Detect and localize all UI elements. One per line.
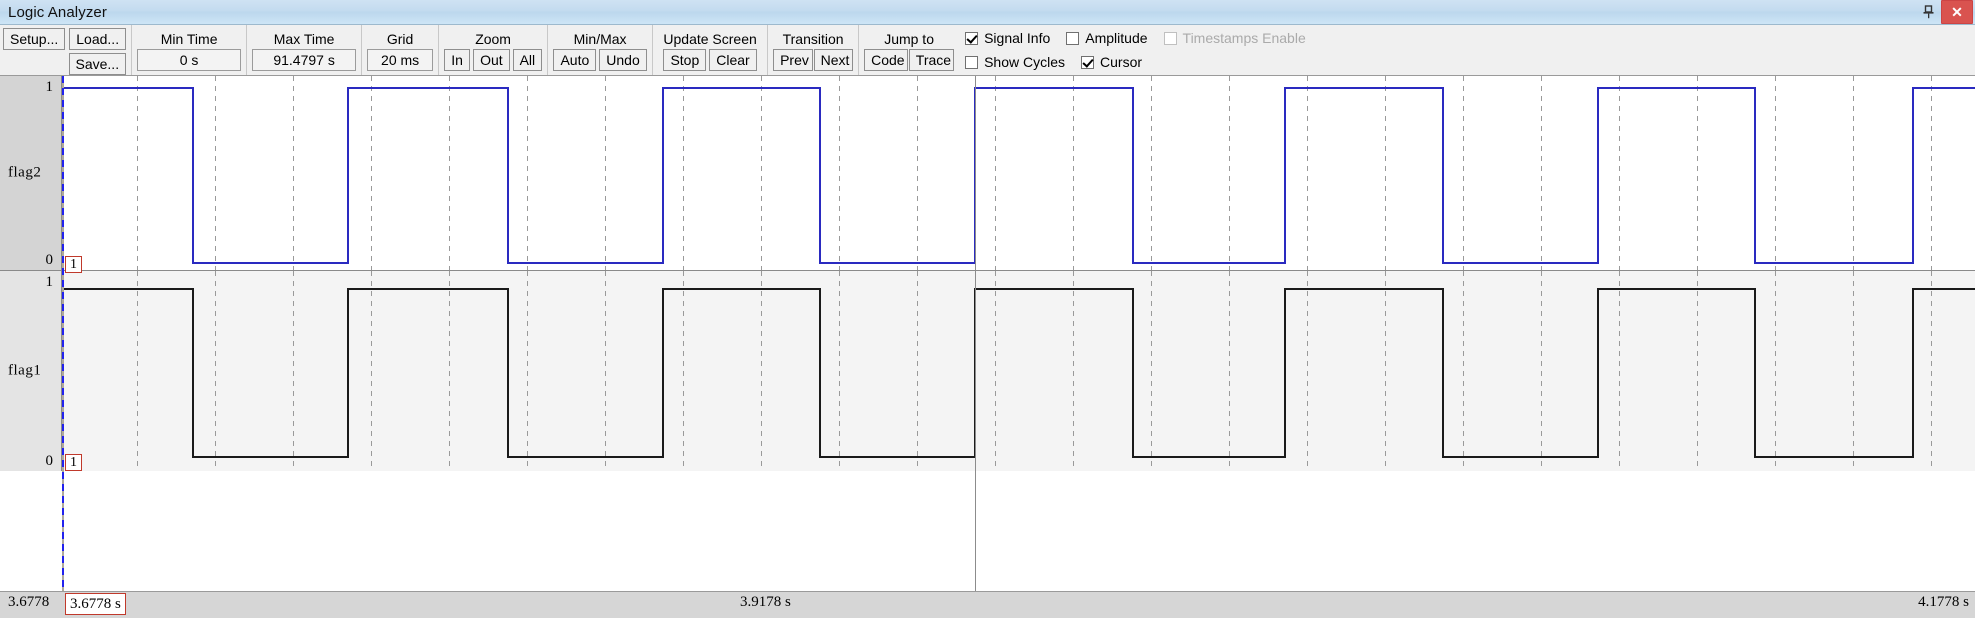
signal-lane-flag2[interactable]: 1 flag2 0 (0, 76, 1975, 271)
pin-icon[interactable] (1915, 0, 1941, 24)
cursor-label: Cursor (1100, 54, 1143, 70)
zoom-all-button[interactable]: All (512, 49, 543, 71)
signal-info-checkbox-icon[interactable] (965, 31, 979, 45)
close-button[interactable]: ✕ (1941, 0, 1973, 24)
jump-to-label: Jump to (884, 31, 934, 47)
checkbox-cursor[interactable]: Cursor (1081, 54, 1142, 70)
setup-button[interactable]: Setup... (3, 27, 66, 50)
jump-code-button[interactable]: Code (864, 49, 908, 71)
close-icon: ✕ (1951, 3, 1963, 20)
time-marker-line[interactable] (62, 76, 64, 591)
jump-trace-button[interactable]: Trace (908, 49, 955, 71)
max-time-field[interactable]: 91.4797 s (252, 49, 357, 71)
flag1-name-label: flag1 (8, 362, 42, 379)
jump-to-group: Jump to Code Trace (858, 25, 959, 75)
time-axis-center-label: 3.9178 s (740, 594, 791, 610)
flag1-high-label: 1 (45, 274, 54, 290)
time-axis-right-label: 4.1778 s (1918, 594, 1969, 610)
display-options-row-1: Signal Info Amplitude Timestamps Enable (965, 28, 1322, 48)
show-cycles-label: Show Cycles (984, 54, 1066, 70)
signal-info-label: Signal Info (984, 30, 1051, 46)
display-options-group: Signal Info Amplitude Timestamps Enable … (959, 25, 1328, 75)
waveform-area[interactable]: 1 flag2 0 1 flag1 0 1 1 (0, 76, 1975, 591)
minmax-auto-button[interactable]: Auto (553, 49, 597, 71)
signal-gutter-flag2: 1 flag2 0 (0, 76, 62, 270)
transition-next-button[interactable]: Next (813, 49, 854, 71)
signal-gutter-flag1: 1 flag1 0 (0, 271, 62, 471)
display-options-row-2: Show Cycles Cursor (965, 52, 1322, 72)
transition-prev-button[interactable]: Prev (773, 49, 813, 71)
update-screen-label: Update Screen (663, 31, 757, 47)
grid-label: Grid (386, 31, 414, 47)
min-time-label: Min Time (160, 31, 218, 47)
minmax-undo-button[interactable]: Undo (599, 49, 647, 71)
time-axis-left-label: 3.6778 (8, 594, 50, 610)
checkbox-timestamps-enable: Timestamps Enable (1163, 30, 1306, 46)
flag2-cursor-value-box: 1 (65, 256, 82, 273)
zoom-in-button[interactable]: In (444, 49, 471, 71)
checkbox-amplitude[interactable]: Amplitude (1066, 30, 1148, 46)
flag1-plot[interactable] (62, 271, 1975, 471)
flag2-waveform-svg (62, 76, 1975, 270)
amplitude-checkbox-icon[interactable] (1066, 31, 1080, 45)
zoom-out-button[interactable]: Out (473, 49, 510, 71)
timestamps-enable-label: Timestamps Enable (1182, 30, 1306, 46)
time-axis[interactable]: 3.6778 3.9178 s 4.1778 s 3.6778 s (0, 591, 1975, 618)
file-button-group: Setup... Load... Save... (0, 25, 131, 75)
max-time-label: Max Time (273, 31, 335, 47)
update-clear-button[interactable]: Clear (709, 49, 757, 71)
amplitude-label: Amplitude (1085, 30, 1148, 46)
update-stop-button[interactable]: Stop (663, 49, 707, 71)
checkbox-show-cycles[interactable]: Show Cycles (965, 54, 1065, 70)
cursor-line[interactable] (975, 76, 976, 591)
grid-group: Grid 20 ms (361, 25, 438, 75)
save-button[interactable]: Save... (68, 52, 127, 75)
flag1-low-label: 0 (45, 453, 54, 469)
flag1-waveform-svg (62, 271, 1975, 471)
signal-lane-flag1[interactable]: 1 flag1 0 (0, 271, 1975, 471)
minmax-label: Min/Max (573, 31, 627, 47)
toolbar: Setup... Load... Save... Min Time 0 s Ma… (0, 25, 1975, 76)
title-bar: Logic Analyzer ✕ (0, 0, 1975, 25)
pin-icon-glyph (1923, 5, 1933, 19)
flag1-cursor-value-box: 1 (65, 454, 82, 471)
flag2-high-label: 1 (45, 79, 54, 95)
checkbox-signal-info[interactable]: Signal Info (965, 30, 1050, 46)
max-time-group: Max Time 91.4797 s (246, 25, 361, 75)
flag2-low-label: 0 (45, 252, 54, 268)
flag2-plot[interactable] (62, 76, 1975, 270)
cursor-checkbox-icon[interactable] (1081, 55, 1095, 69)
timestamps-enable-checkbox-icon (1163, 31, 1177, 45)
load-button[interactable]: Load... (69, 27, 127, 50)
window-title: Logic Analyzer (8, 3, 107, 21)
zoom-group: Zoom In Out All (438, 25, 547, 75)
min-time-group: Min Time 0 s (131, 25, 246, 75)
transition-group: Transition Prev Next (767, 25, 858, 75)
update-screen-group: Update Screen Stop Clear (652, 25, 767, 75)
title-bar-buttons: ✕ (1915, 0, 1975, 24)
transition-label: Transition (782, 31, 844, 47)
min-time-field[interactable]: 0 s (137, 49, 242, 71)
cursor-time-readout: 3.6778 s (65, 593, 126, 615)
logic-analyzer-window: Logic Analyzer ✕ Setup... Load... Save..… (0, 0, 1975, 618)
flag2-name-label: flag2 (8, 164, 42, 181)
zoom-label: Zoom (475, 31, 511, 47)
grid-field[interactable]: 20 ms (367, 49, 434, 71)
show-cycles-checkbox-icon[interactable] (965, 55, 979, 69)
minmax-group: Min/Max Auto Undo (547, 25, 652, 75)
